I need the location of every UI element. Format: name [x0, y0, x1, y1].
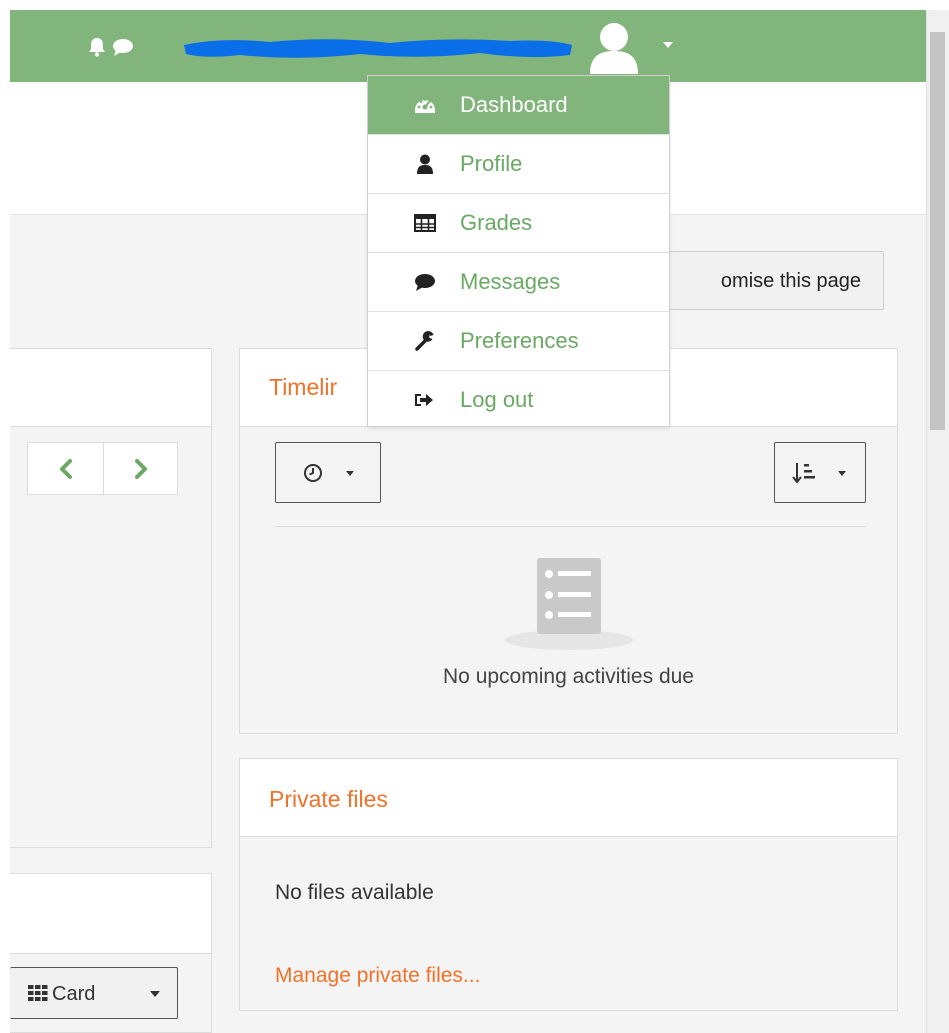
private-files-header: Private files	[240, 759, 897, 837]
menu-item-profile[interactable]: Profile	[368, 135, 669, 194]
menu-label-log-out: Log out	[460, 387, 534, 412]
scrollbar[interactable]	[926, 10, 949, 1033]
menu-label-dashboard: Dashboard	[460, 92, 568, 117]
timeline-sort-button[interactable]	[774, 442, 866, 503]
scrollbar-thumb[interactable]	[930, 32, 945, 430]
timeline-filter-button[interactable]	[275, 442, 381, 503]
timeline-empty-message: No upcoming activities due	[443, 665, 694, 688]
caret-down-icon	[346, 471, 354, 476]
menu-item-dashboard[interactable]: Dashboard	[368, 76, 669, 135]
private-files-empty-message: No files available	[275, 881, 434, 904]
chat-icon	[415, 274, 435, 291]
grid-icon	[28, 985, 48, 1001]
chevron-right-icon[interactable]	[128, 457, 152, 481]
list-icon	[505, 558, 633, 650]
caret-down-icon[interactable]	[663, 42, 673, 48]
menu-item-messages[interactable]: Messages	[368, 253, 669, 312]
dashboard-icon	[415, 98, 435, 113]
user-avatar-icon[interactable]	[586, 18, 642, 76]
top-navbar	[10, 10, 926, 82]
menu-label-messages: Messages	[460, 269, 561, 294]
course-overview-block	[10, 348, 212, 848]
user-icon	[417, 154, 433, 174]
timeline-divider	[275, 526, 866, 527]
sort-icon	[792, 463, 815, 484]
menu-item-log-out[interactable]: Log out	[368, 371, 669, 430]
private-files-title: Private files	[269, 786, 388, 812]
timeline-title: Timelir	[269, 374, 338, 400]
caret-down-icon	[150, 991, 160, 997]
page-left-margin	[0, 0, 10, 1033]
customise-page-button[interactable]: omise this page	[640, 251, 884, 310]
wrench-icon	[415, 331, 434, 351]
table-icon	[414, 214, 436, 232]
view-card-label: Card	[52, 983, 96, 1005]
menu-item-grades[interactable]: Grades	[368, 194, 669, 253]
chevron-left-icon[interactable]	[55, 457, 79, 481]
user-name-redacted	[184, 39, 572, 58]
course-pager	[27, 442, 178, 495]
menu-label-preferences: Preferences	[460, 328, 579, 353]
secondary-block-header	[10, 874, 211, 954]
chat-icon[interactable]	[111, 36, 135, 58]
pager-divider	[103, 443, 104, 494]
customise-page-label: omise this page	[720, 270, 861, 292]
view-card-button[interactable]: Card	[10, 967, 178, 1019]
bell-icon[interactable]	[86, 36, 108, 58]
sign-out-icon	[415, 394, 433, 406]
menu-label-grades: Grades	[460, 210, 533, 235]
clock-icon	[304, 464, 322, 482]
caret-down-icon	[838, 471, 846, 476]
menu-label-profile: Profile	[460, 151, 523, 176]
manage-private-files-link[interactable]: Manage private files...	[275, 964, 480, 988]
course-overview-header	[10, 349, 211, 427]
menu-item-preferences[interactable]: Preferences	[368, 312, 669, 371]
user-dropdown-menu: Dashboard Profile Grades Messages Prefer…	[367, 75, 670, 427]
private-files-block: Private files No files available Manage …	[239, 758, 898, 1011]
